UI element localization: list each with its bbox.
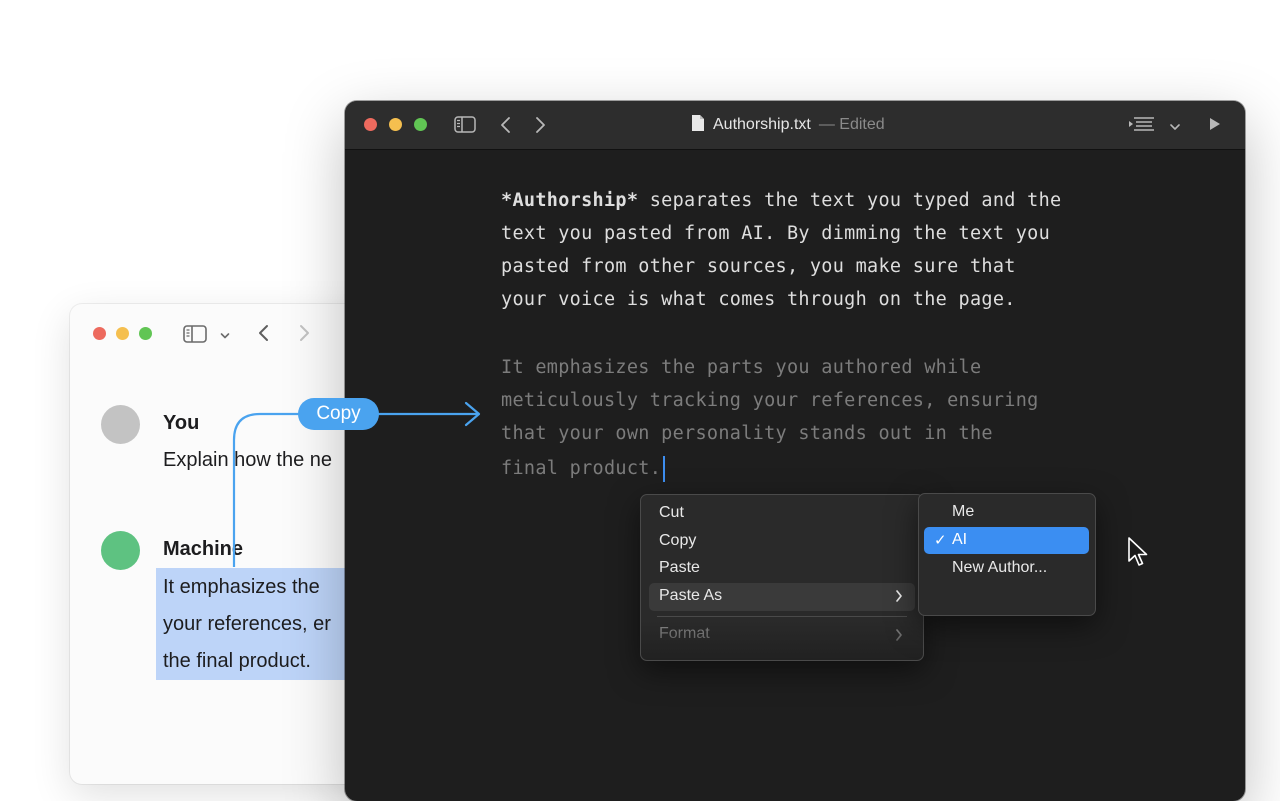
menu-item-label: Cut [659,504,684,521]
copy-label: Copy [298,398,379,430]
checkmark-icon: ✓ [934,532,947,549]
menu-item-label: Paste [659,559,700,576]
submenu-item-me[interactable]: Me [924,499,1089,526]
chevron-right-icon [895,589,903,608]
menu-item-paste[interactable]: Paste [649,556,915,582]
menu-separator [657,616,907,617]
submenu-item-label: Me [952,503,975,520]
paste-as-submenu: Me ✓ AI New Author... [918,493,1096,616]
menu-item-paste-as[interactable]: Paste As [649,583,915,611]
menu-item-label: Copy [659,532,697,549]
context-menu: Cut Copy Paste Paste As Format [640,494,924,661]
menu-item-label: Format [659,625,710,642]
menu-item-copy[interactable]: Copy [649,529,915,555]
chevron-right-icon [895,628,903,647]
submenu-item-ai[interactable]: ✓ AI [924,527,1089,554]
submenu-item-new-author[interactable]: New Author... [924,555,1089,582]
submenu-item-label: AI [952,531,968,548]
submenu-item-label: New Author... [952,559,1048,576]
menu-item-label: Paste As [659,587,723,604]
mouse-pointer-icon [1127,536,1149,573]
menu-item-format[interactable]: Format [649,622,915,648]
menu-item-cut[interactable]: Cut [649,501,915,527]
